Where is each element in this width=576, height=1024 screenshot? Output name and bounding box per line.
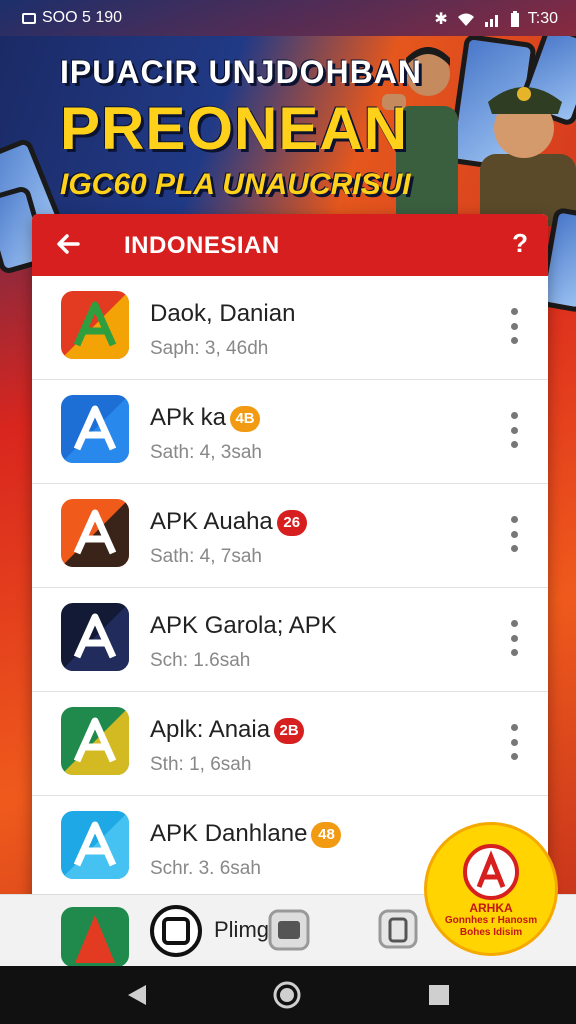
promo-subtitle-line-1: Gonnhes r Hanosm	[444, 915, 538, 926]
app-bar-title: INDONESIAN	[124, 232, 280, 259]
promo-logo-icon	[463, 844, 519, 900]
banner-line-3: IGC60 PLA UNAUCRISUI	[60, 168, 411, 201]
banner-line-1: IPUACIR UNJDOHBAN	[60, 54, 422, 90]
app-title: APK Garola; APK	[150, 612, 337, 639]
app-title: Daok, Danian	[150, 300, 296, 327]
app-list-item[interactable]: APk ka 4B Sath: 4, 3sah	[32, 380, 548, 484]
more-options-icon[interactable]	[510, 724, 518, 760]
promo-banner[interactable]: IPUACIR UNJDOHBAN PREONEAN IGC60 PLA UNA…	[0, 36, 576, 226]
app-icon	[61, 603, 129, 671]
back-arrow-icon[interactable]	[52, 228, 84, 260]
promo-title: ARHKA	[469, 901, 513, 915]
app-list-item[interactable]: APK Garola; APK Sch: 1.6sah	[32, 588, 548, 692]
dock-label: Plimg	[214, 917, 270, 942]
app-subtitle: Sath: 4, 7sah	[150, 546, 262, 567]
app-icon	[61, 811, 129, 879]
app-list-item[interactable]: APK Auaha 26 Sath: 4, 7sah	[32, 484, 548, 588]
clock: T:30	[527, 10, 558, 27]
app-icon	[61, 395, 129, 463]
app-name: Aplk: Anaia 2B	[150, 716, 305, 744]
promo-subtitle-line-2: Bohes Idisim	[459, 927, 523, 938]
home-nav-icon[interactable]	[273, 981, 301, 1009]
bluetooth-icon: ✱	[434, 11, 448, 28]
navigation-bar	[0, 966, 576, 1024]
wifi-icon	[457, 13, 474, 26]
promo-sticker[interactable]: ARHKA Gonnhes r Hanosm Bohes Idisim	[424, 822, 558, 956]
app-title: APK Auaha	[150, 508, 273, 535]
app-title: APK Danhlane	[150, 820, 308, 847]
app-title: Aplk: Anaia	[150, 716, 271, 743]
camera-app-icon[interactable]	[150, 905, 202, 957]
more-options-icon[interactable]	[510, 620, 518, 656]
app-bar: INDONESIAN ?	[32, 214, 548, 276]
app-subtitle: Sch: 1.6sah	[150, 650, 251, 671]
app-subtitle: Sth: 1, 6sah	[150, 754, 252, 775]
notification-icon	[22, 12, 36, 24]
count-badge: 26	[276, 509, 307, 536]
app-subtitle: Saph: 3, 46dh	[150, 338, 269, 359]
count-badge: 48	[311, 821, 342, 848]
app-list-item[interactable]: Aplk: Anaia 2B Sth: 1, 6sah	[32, 692, 548, 796]
count-badge: 2B	[274, 717, 305, 744]
files-icon[interactable]	[378, 909, 418, 949]
app-icon	[61, 499, 129, 567]
help-icon[interactable]: ?	[512, 228, 528, 259]
app-list-item[interactable]: Daok, Danian Saph: 3, 46dh	[32, 276, 548, 380]
gallery-icon[interactable]	[268, 909, 310, 951]
battery-icon	[510, 11, 519, 27]
app-subtitle: Sath: 4, 3sah	[150, 442, 262, 463]
app-list: Daok, Danian Saph: 3, 46dh APk ka 4B Sath: 4…	[32, 276, 548, 900]
banner-headline: PREONEAN	[60, 95, 409, 162]
officer-illustration	[480, 87, 576, 226]
more-options-icon[interactable]	[510, 412, 518, 448]
app-name: Daok, Danian	[150, 300, 295, 328]
count-badge: 4B	[230, 405, 261, 432]
promo-subtitle: Gonnhes r Hanosm Bohes Idisim	[427, 915, 555, 939]
more-options-icon[interactable]	[510, 308, 518, 344]
app-icon	[61, 291, 129, 359]
app-title: APk ka	[150, 404, 227, 431]
app-icon	[61, 707, 129, 775]
status-bar: SOO 5 190 ✱ T:30	[0, 0, 576, 36]
app-name: APK Garola; APK	[150, 612, 337, 640]
more-options-icon[interactable]	[510, 516, 518, 552]
app-subtitle: Schr. 3. 6sah	[150, 858, 261, 879]
back-nav-icon[interactable]	[124, 982, 150, 1008]
app-name: APK Auaha 26	[150, 508, 307, 536]
signal-icon	[484, 15, 498, 27]
status-left-text: SOO 5 190	[42, 9, 123, 26]
app-name: APk ka 4B	[150, 404, 261, 432]
app-name: APK Danhlane 48	[150, 820, 342, 848]
app-icon-partial[interactable]	[61, 907, 129, 967]
recents-nav-icon[interactable]	[428, 984, 450, 1006]
